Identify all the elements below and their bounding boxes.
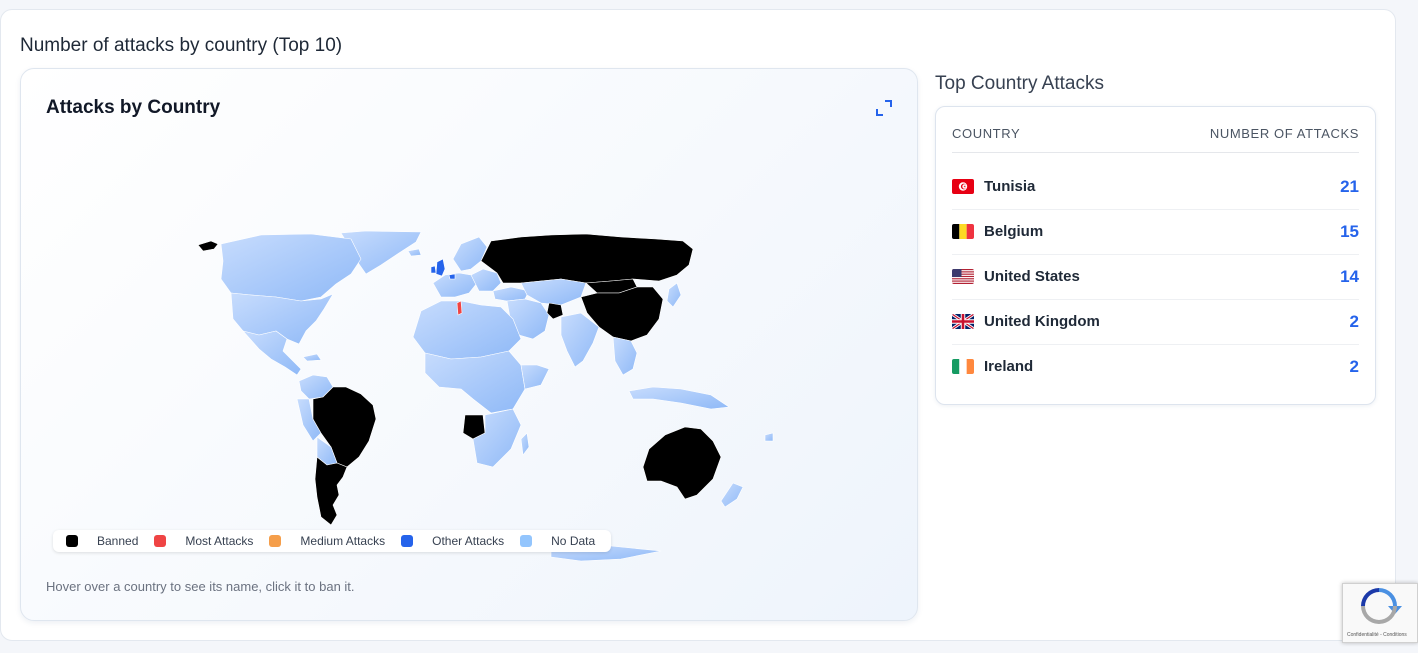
country-japan[interactable] (666, 282, 682, 308)
legend-swatch (401, 535, 414, 547)
table-row[interactable]: Ireland 2 (952, 344, 1359, 389)
country-canada[interactable] (220, 233, 362, 302)
country-name: Ireland (984, 358, 1034, 375)
recaptcha-badge[interactable]: Confidentialité - Conditions (1342, 583, 1418, 643)
ireland-flag-icon (952, 359, 974, 374)
belgium-flag-icon (952, 224, 974, 239)
legend-label: Most Attacks (185, 534, 254, 548)
tunisia-flag-icon (952, 179, 974, 194)
country-new-zealand[interactable] (720, 482, 744, 508)
country-name: Belgium (984, 223, 1044, 240)
table-row[interactable]: Belgium 15 (952, 209, 1359, 255)
top-countries-table: COUNTRY NUMBER OF ATTACKS Tunisia 21 Bel… (935, 106, 1376, 405)
country-southeast-asia[interactable] (612, 336, 638, 376)
attack-count: 21 (1340, 176, 1359, 196)
map-hint: Hover over a country to see its name, cl… (46, 579, 355, 594)
country-russia[interactable] (480, 233, 694, 284)
attack-count: 14 (1340, 266, 1359, 286)
table-row[interactable]: Tunisia 21 (952, 164, 1359, 210)
country-madagascar[interactable] (520, 432, 530, 456)
country-iceland[interactable] (407, 248, 422, 257)
legend-label: Banned (97, 534, 139, 548)
map-card: Attacks by Country Banned Most Attacks M… (20, 68, 918, 621)
country-afghanistan[interactable] (546, 302, 564, 320)
legend-item-medium: Medium Attacks (269, 534, 385, 548)
legend-label: Medium Attacks (300, 534, 386, 548)
united-states-flag-icon (952, 269, 974, 284)
legend-label: Other Attacks (432, 534, 505, 548)
country-name: Tunisia (984, 178, 1036, 195)
country-pacific-islands[interactable] (764, 432, 774, 442)
country-scandinavia[interactable] (452, 236, 488, 272)
table-row[interactable]: United States 14 (952, 254, 1359, 300)
recaptcha-icon (1361, 588, 1402, 624)
country-argentina[interactable] (314, 456, 348, 526)
recaptcha-text[interactable]: Confidentialité - Conditions (1347, 632, 1407, 638)
legend-swatch (154, 535, 167, 547)
country-belgium[interactable] (448, 273, 456, 280)
country-caribbean[interactable] (302, 353, 322, 362)
legend-item-other: Other Attacks (401, 534, 504, 548)
legend-item-banned: Banned (66, 534, 138, 548)
country-name: United Kingdom (984, 313, 1100, 330)
country-ireland[interactable] (430, 265, 437, 274)
column-header-count: NUMBER OF ATTACKS (1209, 126, 1359, 141)
attack-count: 15 (1340, 221, 1359, 241)
legend-item-most: Most Attacks (154, 534, 253, 548)
header-divider (952, 152, 1359, 153)
column-header-country: COUNTRY (952, 126, 1021, 141)
panel-title: Number of attacks by country (Top 10) (20, 35, 343, 56)
legend-swatch (66, 535, 78, 547)
country-central-africa[interactable] (424, 350, 526, 414)
country-india[interactable] (560, 312, 600, 368)
legend-swatch (269, 535, 282, 547)
attack-count: 2 (1349, 311, 1359, 331)
country-name: United States (984, 268, 1080, 285)
legend-label: No Data (551, 534, 596, 548)
legend-swatch (520, 535, 533, 547)
country-united-kingdom[interactable] (435, 258, 446, 277)
country-indonesia[interactable] (628, 386, 730, 410)
united-kingdom-flag-icon (952, 314, 974, 329)
country-alaska[interactable] (197, 240, 219, 252)
country-australia[interactable] (642, 426, 722, 500)
map-legend: Banned Most Attacks Medium Attacks Other… (53, 530, 611, 552)
country-tunisia[interactable] (456, 300, 463, 316)
attack-count: 2 (1349, 356, 1359, 376)
legend-item-no-data: No Data (520, 534, 595, 548)
country-north-africa[interactable] (412, 300, 522, 360)
country-east-africa[interactable] (520, 364, 550, 390)
table-row[interactable]: United Kingdom 2 (952, 299, 1359, 345)
top-countries-title: Top Country Attacks (935, 73, 1104, 94)
